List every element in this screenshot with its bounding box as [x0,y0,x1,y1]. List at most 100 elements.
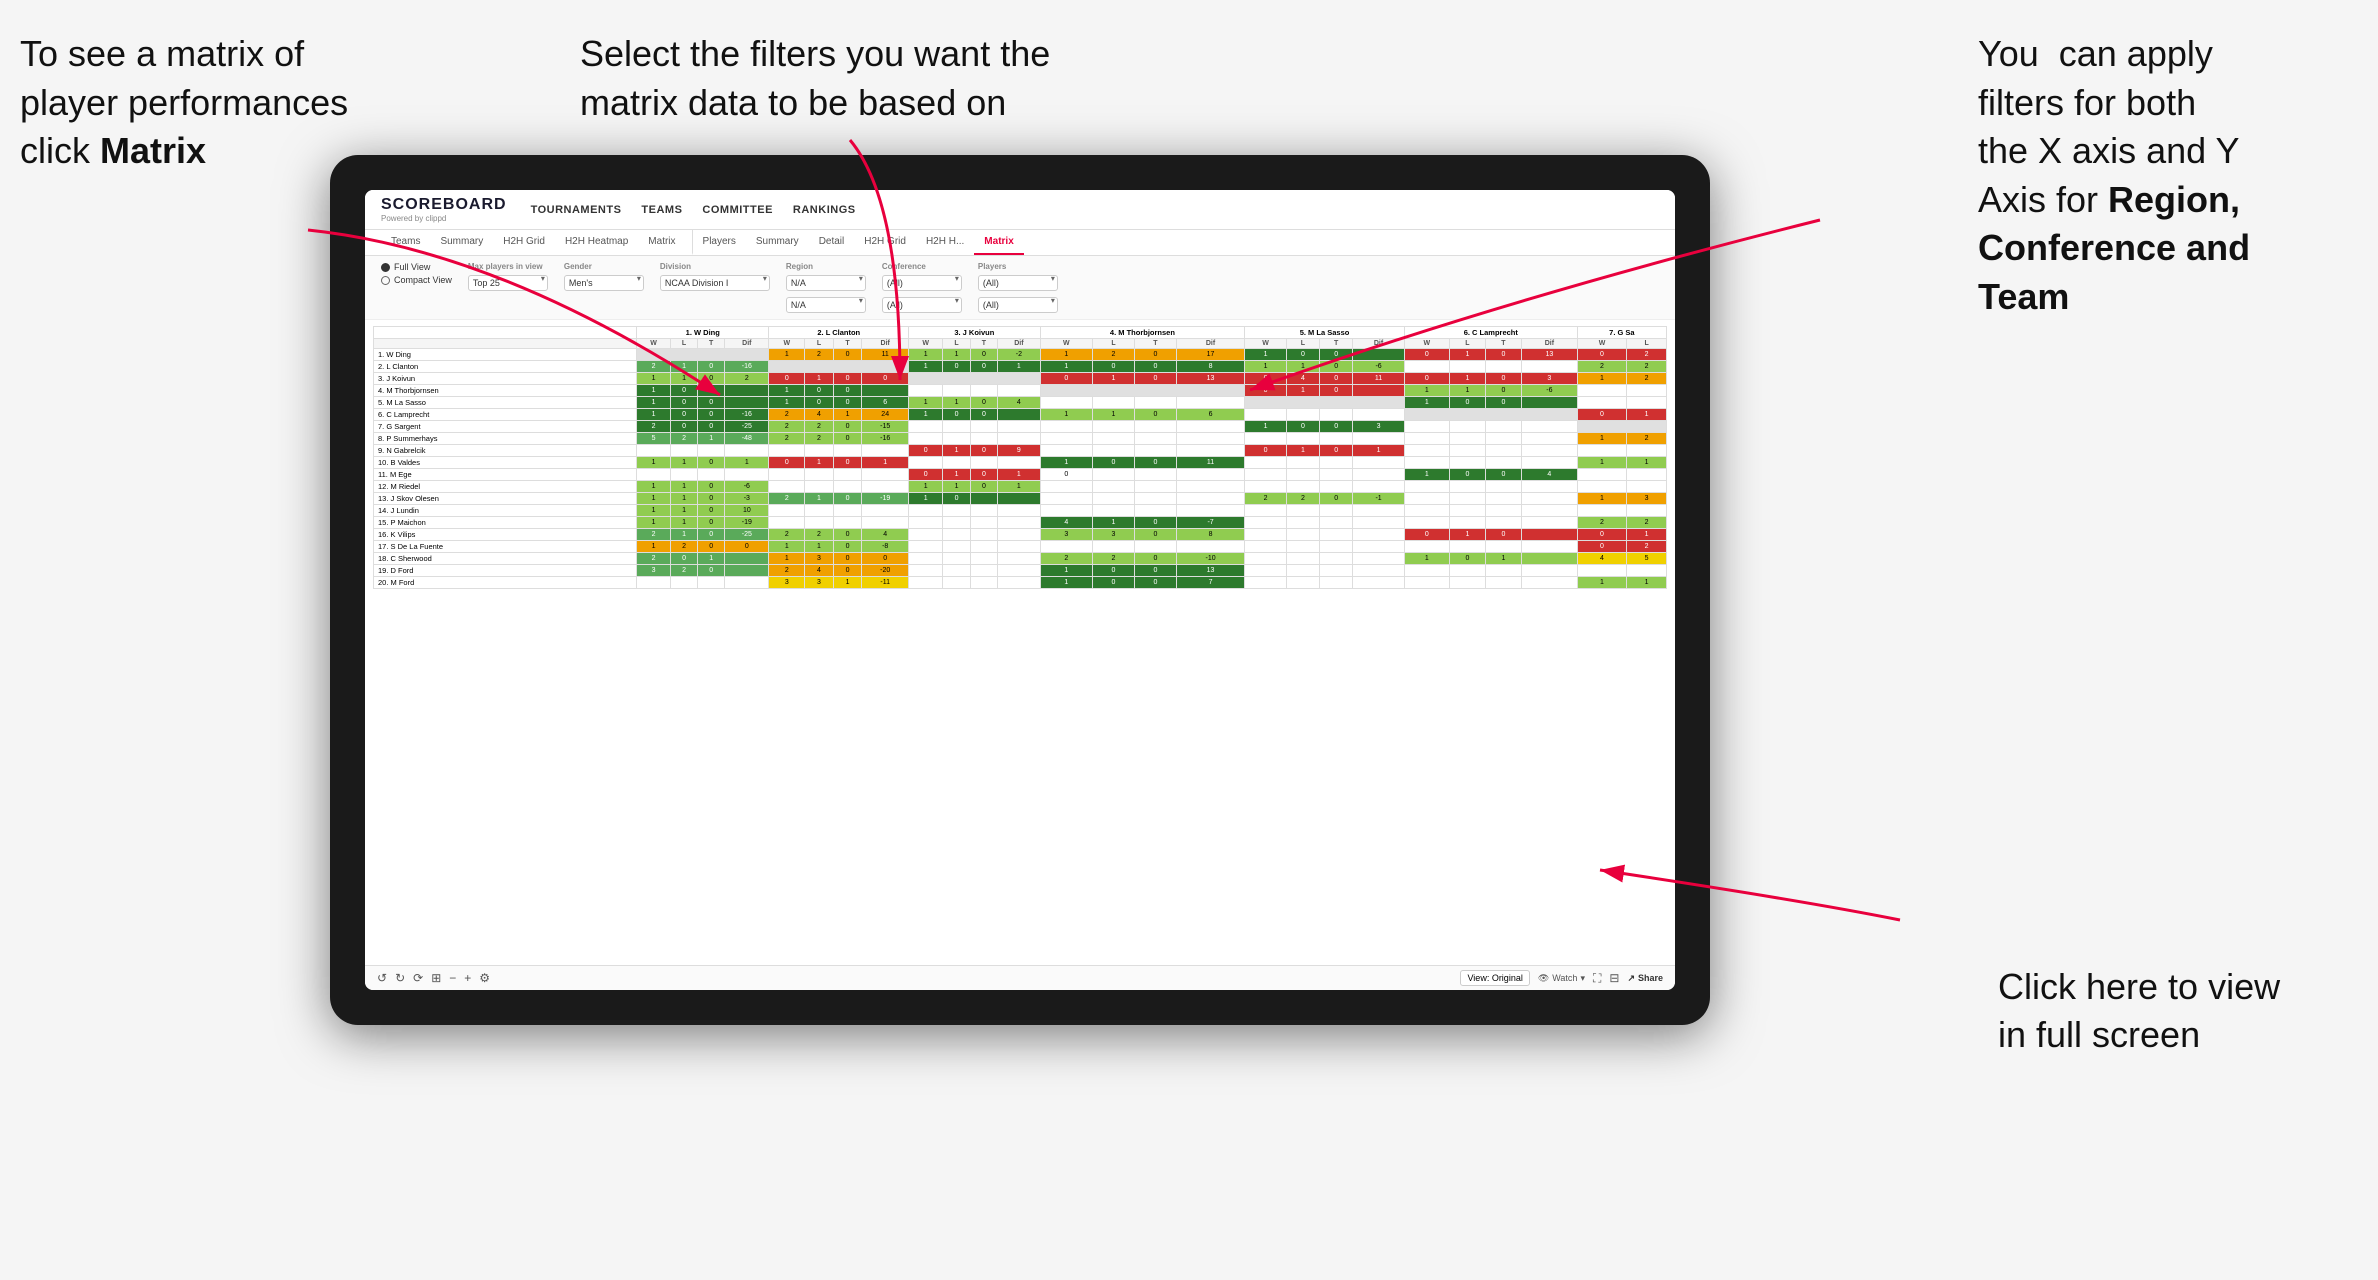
l-cell [1449,361,1485,373]
conference-select2[interactable]: (All) [882,297,962,313]
tablet-screen: SCOREBOARD Powered by clippd TOURNAMENTS… [365,190,1675,990]
l-cell [805,517,834,529]
l-cell: 1 [943,481,970,493]
dif-cell [1353,517,1405,529]
l-cell [1286,541,1319,553]
max-players-select[interactable]: Top 25 [468,275,548,291]
grid-icon[interactable]: ⊞ [431,971,441,985]
l-cell: 4 [805,409,834,421]
w-cell: 1 [1040,565,1092,577]
tab-h2h-grid[interactable]: H2H Grid [493,230,555,255]
w-cell: 1 [769,349,805,361]
tab-teams[interactable]: Teams [381,230,430,255]
tab-h2h-grid2[interactable]: H2H Grid [854,230,916,255]
t-cell [833,445,862,457]
w-cell: 1 [769,541,805,553]
dif-cell: -11 [862,577,909,589]
w-cell [1577,469,1626,481]
full-view-radio[interactable]: Full View [381,262,452,272]
t-cell [1320,409,1353,421]
l-cell: 0 [1093,361,1135,373]
region-select2[interactable]: N/A [786,297,866,313]
t-cell: 0 [833,529,862,541]
dif-cell: -25 [725,529,769,541]
conference-select[interactable]: (All) [882,275,962,291]
l-cell [943,577,970,589]
w-cell [1577,505,1626,517]
w-cell [1040,445,1092,457]
tab-summary[interactable]: Summary [430,230,493,255]
compact-view-radio[interactable]: Compact View [381,275,452,285]
tab-matrix-first[interactable]: Matrix [638,230,685,255]
t-cell: 0 [970,409,997,421]
dif-cell [1176,469,1244,481]
w-cell [909,541,943,553]
gender-select[interactable]: Men's [564,275,644,291]
w-cell [1577,565,1626,577]
dif-cell [725,469,769,481]
w-cell: 1 [909,493,943,505]
dif-cell [725,385,769,397]
settings-icon[interactable]: ⚙ [479,971,490,985]
t-cell: 0 [698,541,725,553]
refresh-icon[interactable]: ⟳ [413,971,423,985]
l-cell: 0 [670,553,697,565]
view-original-btn[interactable]: View: Original [1460,970,1529,986]
t-cell: 0 [1134,409,1176,421]
tab-h2h-h[interactable]: H2H H... [916,230,974,255]
l-cell: 1 [670,481,697,493]
players-select[interactable]: (All) [978,275,1058,291]
region-select[interactable]: N/A [786,275,866,291]
l-cell [1286,457,1319,469]
l-cell: 2 [1627,361,1667,373]
redo-icon[interactable]: ↻ [395,971,405,985]
dif-cell: -25 [725,421,769,433]
nav-tournaments[interactable]: TOURNAMENTS [531,200,622,220]
t-cell: 0 [1320,349,1353,361]
w-cell: 2 [637,529,671,541]
col-header-7: 7. G Sa [1577,327,1666,339]
watch-btn[interactable]: 👁 Watch ▾ [1538,973,1585,984]
w-cell [1245,517,1287,529]
w-cell [769,505,805,517]
players-select2[interactable]: (All) [978,297,1058,313]
l-cell: 0 [1449,469,1485,481]
w-cell: 0 [909,469,943,481]
share-btn[interactable]: ↗ Share [1627,973,1663,984]
compact-view-dot [381,276,390,285]
l-cell [943,553,970,565]
nav-teams[interactable]: TEAMS [641,200,682,220]
tab-summary2[interactable]: Summary [746,230,809,255]
division-select[interactable]: NCAA Division I [660,275,770,291]
t-cell [1485,517,1521,529]
tab-h2h-heatmap[interactable]: H2H Heatmap [555,230,638,255]
t-cell [1485,481,1521,493]
dif-cell [998,517,1040,529]
layout-icon[interactable]: ⊟ [1609,971,1619,985]
table-row: 11. M Ege010101004 [374,469,1667,481]
tab-players[interactable]: Players [692,230,746,255]
dif-cell [998,421,1040,433]
nav-committee[interactable]: COMMITTEE [702,200,773,220]
w-cell [769,517,805,529]
dif-cell: 24 [862,409,909,421]
fullscreen-icon[interactable]: ⛶ [1593,971,1601,986]
w-cell [1245,469,1287,481]
undo-icon[interactable]: ↺ [377,971,387,985]
table-row: 18. C Sherwood2011300220-1010145 [374,553,1667,565]
t-cell [1485,445,1521,457]
nav-rankings[interactable]: RANKINGS [793,200,856,220]
dif-cell [1353,349,1405,361]
plus-icon[interactable]: + [464,971,471,985]
minus-icon[interactable]: − [449,971,456,985]
tab-detail[interactable]: Detail [809,230,855,255]
l-cell [1093,397,1135,409]
l-cell: 1 [1627,409,1667,421]
tab-matrix-active[interactable]: Matrix [974,230,1023,255]
w-cell [1577,445,1626,457]
filters-area: Full View Compact View Max players in vi… [365,256,1675,320]
division-select-wrapper: NCAA Division I [660,273,770,291]
bottom-toolbar: ↺ ↻ ⟳ ⊞ − + ⚙ View: Original 👁 Watch ▾ ⛶… [365,965,1675,990]
l-cell [1286,469,1319,481]
w-cell: 1 [637,541,671,553]
